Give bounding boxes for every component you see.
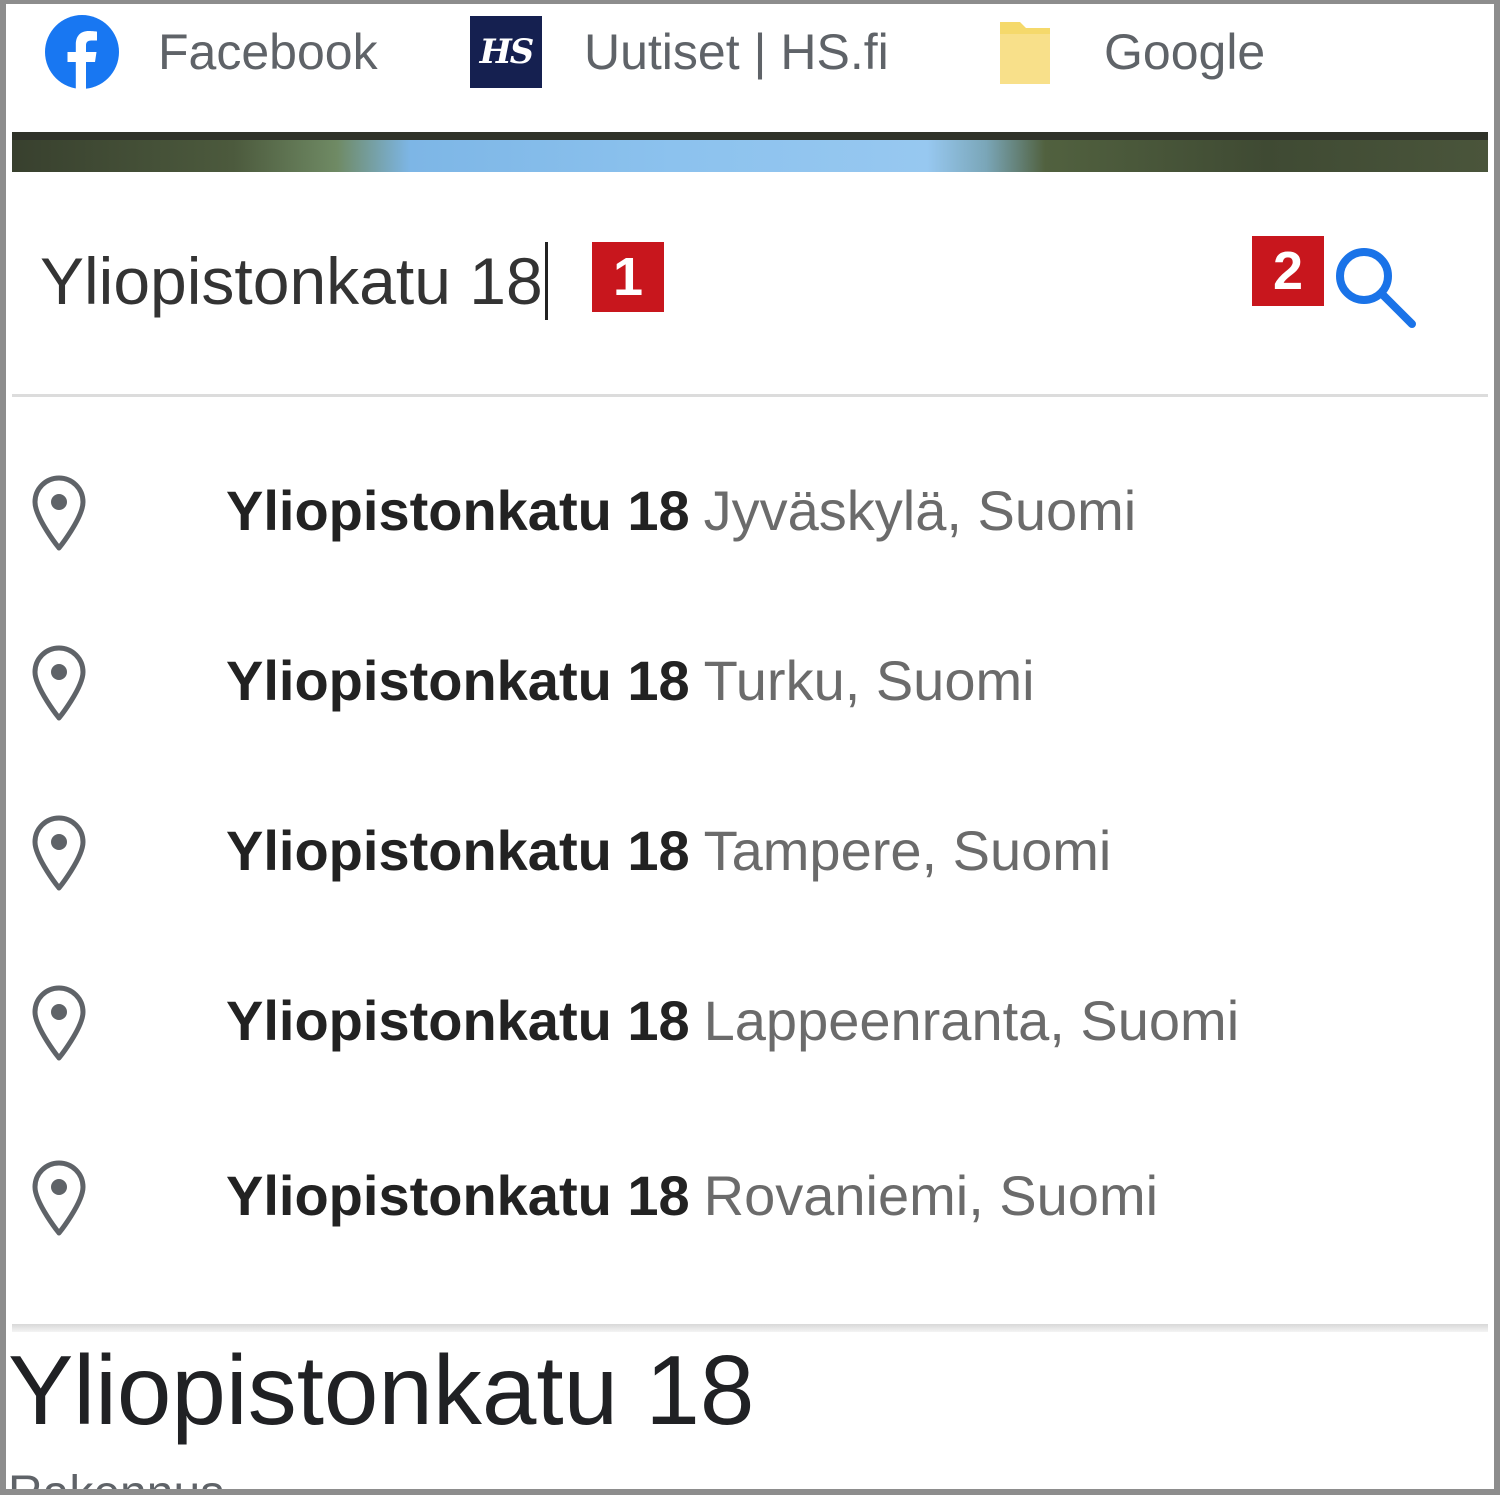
banner-edge: [12, 132, 1488, 140]
bookmark-label: Google: [1104, 24, 1266, 80]
location-pin-icon: [32, 1160, 86, 1236]
suggestion-main: Yliopistonkatu 18: [226, 1164, 690, 1227]
location-pin-icon: [32, 475, 86, 551]
bookmark-label: Uutiset | HS.fi: [584, 24, 889, 80]
suggestion-text: Yliopistonkatu 18 Lappeenranta, Suomi: [226, 988, 1239, 1053]
suggestion-main: Yliopistonkatu 18: [226, 819, 690, 882]
suggestion-main: Yliopistonkatu 18: [226, 989, 690, 1052]
bookmark-google[interactable]: Google: [996, 4, 1265, 100]
header-banner-image: [12, 132, 1488, 172]
suggestion-item[interactable]: Yliopistonkatu 18 Lappeenranta, Suomi: [12, 944, 1488, 1094]
search-bar: Yliopistonkatu 18 1 2: [12, 172, 1488, 397]
search-icon[interactable]: [1328, 240, 1420, 332]
bookmark-facebook[interactable]: Facebook: [44, 4, 378, 100]
location-pin-icon: [32, 815, 86, 891]
place-subtitle: Rakennus: [8, 1467, 225, 1495]
suggestion-secondary: Rovaniemi, Suomi: [703, 1164, 1159, 1227]
suggestion-text: Yliopistonkatu 18 Jyväskylä, Suomi: [226, 478, 1136, 543]
suggestion-text: Yliopistonkatu 18 Turku, Suomi: [226, 648, 1035, 713]
suggestion-secondary: Tampere, Suomi: [703, 819, 1112, 882]
search-input-value: Yliopistonkatu 18: [40, 244, 543, 318]
suggestion-item[interactable]: Yliopistonkatu 18 Turku, Suomi: [12, 604, 1488, 754]
location-pin-icon: [32, 645, 86, 721]
folder-icon: [1000, 22, 1050, 84]
search-input[interactable]: Yliopistonkatu 18: [40, 242, 548, 320]
suggestion-main: Yliopistonkatu 18: [226, 479, 690, 542]
browser-window: Facebook HS Uutiset | HS.fi Google Yliop…: [0, 0, 1500, 1495]
suggestion-item[interactable]: Yliopistonkatu 18 Jyväskylä, Suomi: [12, 434, 1488, 584]
location-pin-icon: [32, 985, 86, 1061]
suggestion-secondary: Jyväskylä, Suomi: [703, 479, 1137, 542]
bookmark-label: Facebook: [158, 24, 378, 80]
dropdown-shadow: [12, 1324, 1488, 1332]
suggestion-secondary: Turku, Suomi: [703, 649, 1035, 712]
text-caret: [544, 242, 548, 320]
hs-icon: HS: [470, 16, 542, 88]
bookmark-hs[interactable]: HS Uutiset | HS.fi: [470, 4, 889, 100]
annotation-badge-2: 2: [1252, 236, 1324, 306]
suggestion-item[interactable]: Yliopistonkatu 18 Rovaniemi, Suomi: [12, 1119, 1488, 1269]
bookmarks-bar: Facebook HS Uutiset | HS.fi Google: [12, 4, 1488, 132]
suggestion-secondary: Lappeenranta, Suomi: [703, 989, 1240, 1052]
suggestion-main: Yliopistonkatu 18: [226, 649, 690, 712]
suggestion-text: Yliopistonkatu 18 Rovaniemi, Suomi: [226, 1163, 1158, 1228]
place-title: Yliopistonkatu 18: [8, 1335, 755, 1445]
suggestions-list: Yliopistonkatu 18 Jyväskylä, Suomi Yliopi…: [12, 397, 1488, 1327]
annotation-badge-1: 1: [592, 242, 664, 312]
suggestion-text: Yliopistonkatu 18 Tampere, Suomi: [226, 818, 1111, 883]
facebook-icon: [45, 15, 119, 90]
suggestion-item[interactable]: Yliopistonkatu 18 Tampere, Suomi: [12, 774, 1488, 924]
